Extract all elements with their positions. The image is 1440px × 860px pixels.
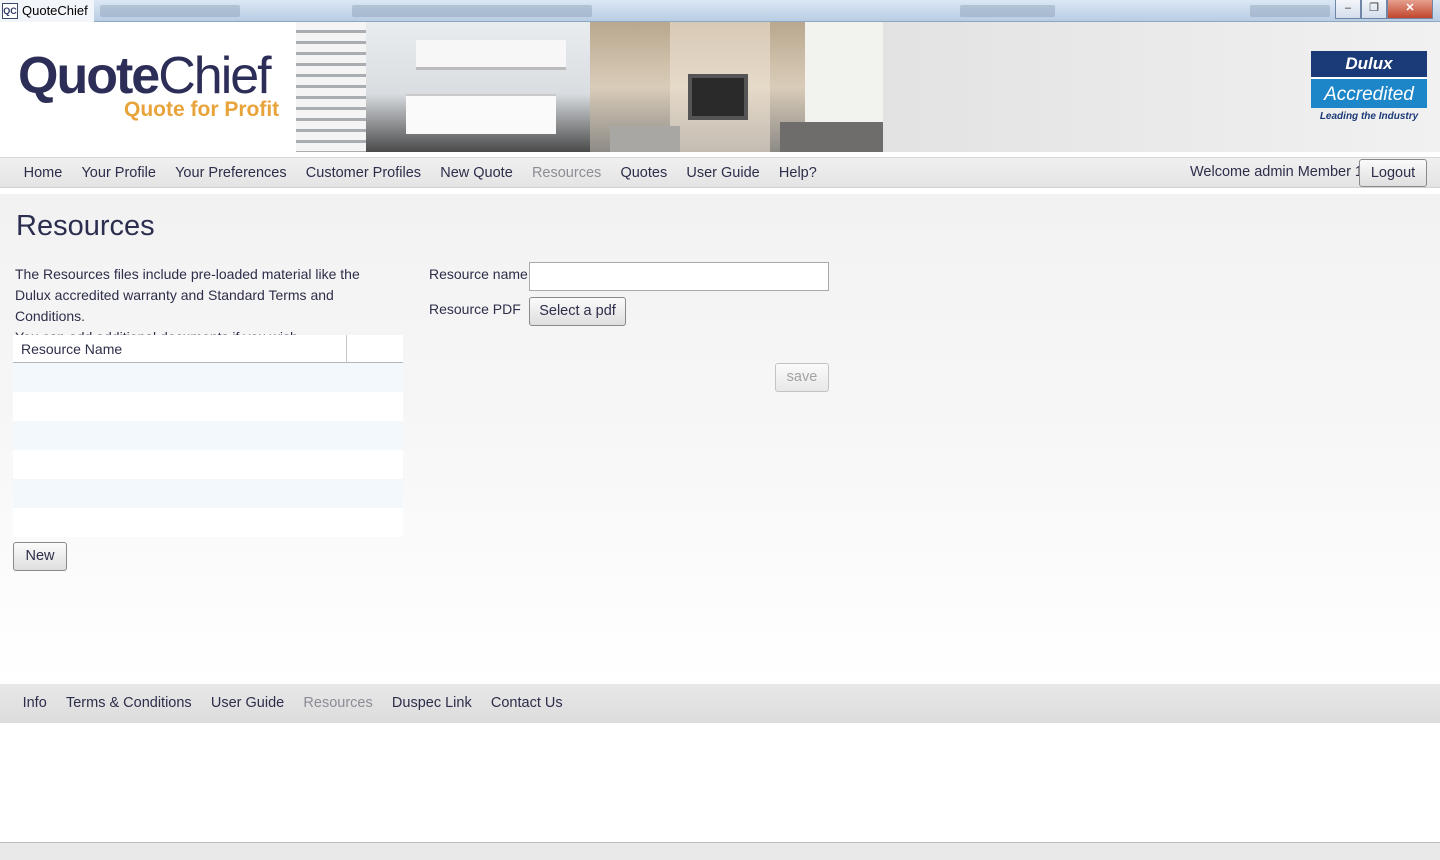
dulux-brand: Dulux: [1311, 51, 1427, 77]
nav-item-quotes[interactable]: Quotes: [611, 158, 677, 189]
welcome-text: Welcome admin Member 1: [1190, 164, 1363, 180]
kitchen-photo: [296, 22, 590, 152]
chair-shape: [610, 126, 680, 152]
counter-shape: [406, 94, 556, 134]
resource-name-input[interactable]: [529, 262, 829, 291]
nav-item-new-quote[interactable]: New Quote: [431, 158, 523, 189]
column-header-actions: [347, 335, 403, 362]
intro-line-1: The Resources files include pre-loaded m…: [15, 266, 360, 324]
footer-links: Info Terms & Conditions User Guide Resource…: [13, 684, 572, 723]
resources-table: Resource Name: [13, 335, 403, 537]
select-pdf-button[interactable]: Select a pdf: [529, 297, 626, 326]
table-row: [13, 450, 403, 479]
footer-link-terms-conditions[interactable]: Terms & Conditions: [56, 684, 201, 723]
site-footer: Info Terms & Conditions User Guide Resource…: [0, 684, 1440, 723]
living-room-photo: [590, 22, 883, 152]
nav-item-customer-profiles[interactable]: Customer Profiles: [296, 158, 430, 189]
background-taskbar-blur: [960, 5, 1055, 17]
table-row: [13, 479, 403, 508]
page-title: Resources: [16, 210, 155, 242]
table-row: [13, 392, 403, 421]
dulux-accredited-badge: Dulux Accredited Leading the Industry: [1311, 51, 1427, 122]
window-title-text: QuoteChief: [22, 3, 88, 18]
dulux-accredited: Accredited: [1311, 77, 1427, 108]
resource-pdf-label: Resource PDF: [429, 301, 521, 317]
background-taskbar-blur: [100, 5, 240, 17]
nav-item-your-preferences[interactable]: Your Preferences: [166, 158, 297, 189]
cabinet-shape: [416, 40, 566, 70]
background-taskbar-blur: [1250, 5, 1330, 17]
window-titlebar: QuoteChief QC – ❐ ✕: [0, 0, 1440, 22]
column-header-resource-name[interactable]: Resource Name: [13, 335, 347, 362]
nav-list: Home Your Profile Your Preferences Customer…: [14, 158, 826, 189]
main-nav: Home Your Profile Your Preferences Customer…: [0, 157, 1440, 188]
logo-bold: Quote: [18, 47, 160, 105]
stair-shape: [296, 22, 366, 152]
footer-link-duspec-link[interactable]: Duspec Link: [382, 684, 481, 723]
logout-button[interactable]: Logout: [1359, 159, 1427, 187]
footer-link-user-guide[interactable]: User Guide: [201, 684, 294, 723]
window-shape: [805, 22, 883, 132]
background-taskbar-blur: [352, 5, 592, 17]
header-banner-image: [296, 22, 883, 152]
minimize-button[interactable]: –: [1335, 0, 1361, 19]
window-bottom-border: [0, 842, 1440, 860]
logo-wordmark: QuoteChief: [18, 47, 272, 105]
footer-link-info[interactable]: Info: [13, 684, 56, 723]
fireplace-shape: [688, 74, 748, 120]
table-row: [13, 363, 403, 392]
maximize-button[interactable]: ❐: [1361, 0, 1387, 19]
app-icon: QC: [2, 3, 18, 19]
nav-item-user-guide[interactable]: User Guide: [677, 158, 770, 189]
quotechief-logo[interactable]: QuoteChief Quote for Profit: [18, 47, 279, 121]
table-header: Resource Name: [13, 335, 403, 363]
sofa-shape: [780, 122, 883, 152]
new-resource-button[interactable]: New: [13, 542, 67, 571]
logo-tagline: Quote for Profit: [124, 98, 280, 121]
save-button[interactable]: save: [775, 363, 829, 392]
main-content: Resources The Resources files include pr…: [0, 194, 1440, 684]
nav-item-your-profile[interactable]: Your Profile: [72, 158, 166, 189]
footer-link-contact-us[interactable]: Contact Us: [481, 684, 572, 723]
close-button[interactable]: ✕: [1387, 0, 1433, 19]
table-row: [13, 508, 403, 537]
nav-item-help[interactable]: Help?: [769, 158, 826, 189]
site-header: QuoteChief Quote for Profit Dulux Accred…: [0, 22, 1440, 152]
nav-item-home[interactable]: Home: [14, 158, 72, 189]
dulux-subtitle: Leading the Industry: [1319, 111, 1419, 122]
footer-link-resources[interactable]: Resources: [294, 684, 383, 723]
nav-item-resources[interactable]: Resources: [522, 158, 611, 189]
table-row: [13, 421, 403, 450]
resource-name-label: Resource name: [429, 266, 528, 282]
logo-light: Chief: [158, 47, 271, 105]
